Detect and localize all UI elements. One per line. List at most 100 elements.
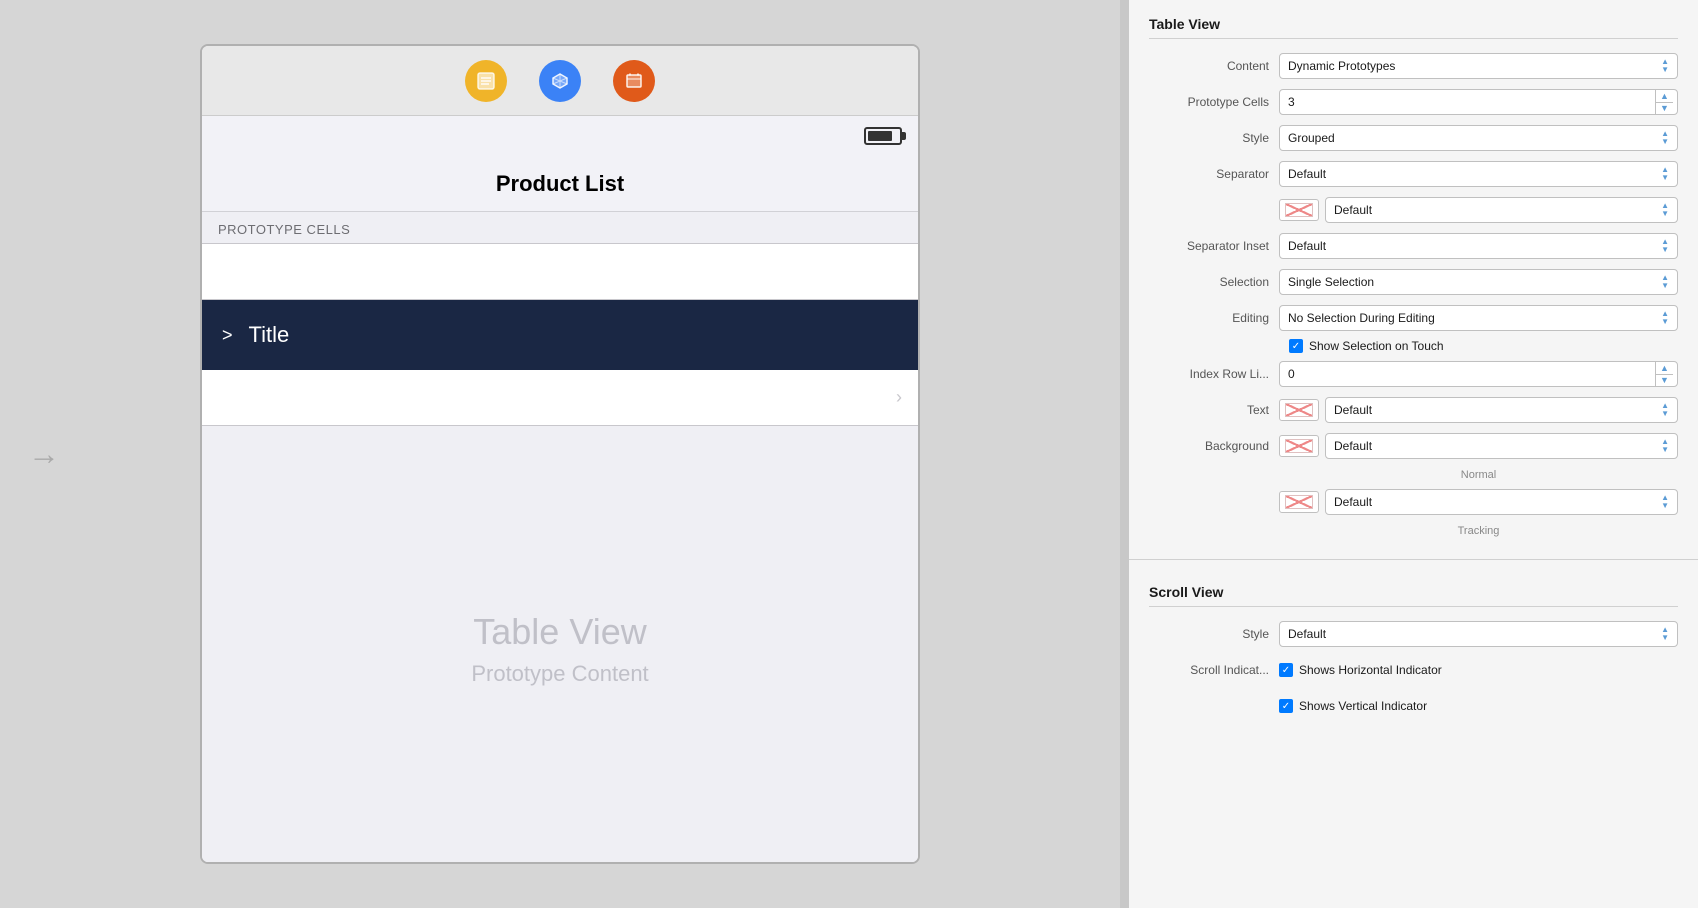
stepper-up[interactable]: ▲ [1656, 90, 1673, 103]
separator-color-row: Default ▲ ▼ [1149, 195, 1678, 225]
content-control[interactable]: Dynamic Prototypes ▲ ▼ [1279, 53, 1678, 79]
scroll-view-section-title: Scroll View [1149, 584, 1678, 607]
editing-value: No Selection During Editing [1288, 311, 1435, 325]
table-cell-selected[interactable]: > Title [202, 300, 918, 370]
separator-inset-select[interactable]: Default ▲ ▼ [1279, 233, 1678, 259]
normal-sub-label: Normal [1149, 467, 1678, 487]
tracking-color-swatch[interactable] [1279, 491, 1319, 513]
style-select[interactable]: Grouped ▲ ▼ [1279, 125, 1678, 151]
index-row-stepper-btns: ▲ ▼ [1655, 362, 1673, 386]
prototype-cells-label: Prototype Cells [1149, 95, 1279, 109]
section-divider [1129, 559, 1698, 560]
background-color-swatch[interactable] [1279, 435, 1319, 457]
text-select[interactable]: Default ▲ ▼ [1325, 397, 1678, 423]
separator-control[interactable]: Default ▲ ▼ [1279, 161, 1678, 187]
content-row: Content Dynamic Prototypes ▲ ▼ [1149, 51, 1678, 81]
prototype-cells-value: 3 [1288, 95, 1295, 109]
status-bar [202, 116, 918, 156]
shows-vertical-control[interactable]: ✓ Shows Vertical Indicator [1279, 699, 1678, 713]
show-selection-row[interactable]: ✓ Show Selection on Touch [1149, 339, 1678, 353]
style-select-value: Grouped [1288, 131, 1335, 145]
separator-inset-value: Default [1288, 239, 1326, 253]
battery-icon [864, 127, 902, 145]
tracking-control[interactable]: Default ▲ ▼ [1279, 489, 1678, 515]
style-label: Style [1149, 131, 1279, 145]
index-row-stepper[interactable]: 0 ▲ ▼ [1279, 361, 1678, 387]
scroll-style-value: Default [1288, 627, 1326, 641]
separator-inset-arrows: ▲ ▼ [1661, 238, 1669, 254]
table-view-section: Table View Content Dynamic Prototypes ▲ … [1129, 0, 1698, 551]
selection-control[interactable]: Single Selection ▲ ▼ [1279, 269, 1678, 295]
section-header-label: PROTOTYPE CELLS [218, 222, 350, 237]
separator-color-select[interactable]: Default ▲ ▼ [1325, 197, 1678, 223]
show-selection-checkbox[interactable]: ✓ [1289, 339, 1303, 353]
yellow-icon [465, 60, 507, 102]
selection-label: Selection [1149, 275, 1279, 289]
style-control[interactable]: Grouped ▲ ▼ [1279, 125, 1678, 151]
selection-value: Single Selection [1288, 275, 1374, 289]
separator-color-swatch[interactable] [1279, 199, 1319, 221]
separator-select[interactable]: Default ▲ ▼ [1279, 161, 1678, 187]
editing-label: Editing [1149, 311, 1279, 325]
scroll-indicators-label: Scroll Indicat... [1149, 663, 1279, 677]
separator-color-value: Default [1334, 203, 1372, 217]
orange-icon [613, 60, 655, 102]
panel-divider [1120, 0, 1128, 908]
prototype-cells-stepper[interactable]: 3 ▲ ▼ [1279, 89, 1678, 115]
index-row-up[interactable]: ▲ [1656, 362, 1673, 375]
shows-horizontal-label: Shows Horizontal Indicator [1299, 663, 1442, 677]
separator-color-control[interactable]: Default ▲ ▼ [1279, 197, 1678, 223]
selection-row: Selection Single Selection ▲ ▼ [1149, 267, 1678, 297]
selection-select[interactable]: Single Selection ▲ ▼ [1279, 269, 1678, 295]
disclosure-chevron-icon: › [896, 387, 902, 408]
nav-bar: Product List [202, 156, 918, 212]
editing-control[interactable]: No Selection During Editing ▲ ▼ [1279, 305, 1678, 331]
background-control[interactable]: Default ▲ ▼ [1279, 433, 1678, 459]
placeholder-subtitle: Prototype Content [471, 661, 648, 687]
cell-chevron-icon: > [222, 325, 233, 346]
tracking-value: Default [1334, 495, 1372, 509]
scroll-style-select[interactable]: Default ▲ ▼ [1279, 621, 1678, 647]
tracking-sub-label: Tracking [1149, 523, 1678, 543]
editing-select[interactable]: No Selection During Editing ▲ ▼ [1279, 305, 1678, 331]
shows-horizontal-checkbox[interactable]: ✓ [1279, 663, 1293, 677]
scroll-indicators-row: Scroll Indicat... ✓ Shows Horizontal Ind… [1149, 655, 1678, 685]
background-value: Default [1334, 439, 1372, 453]
scroll-view-section: Scroll View Style Default ▲ ▼ Scroll Ind… [1129, 568, 1698, 735]
table-separator [202, 426, 918, 436]
shows-vertical-label: Shows Vertical Indicator [1299, 699, 1427, 713]
scroll-style-control[interactable]: Default ▲ ▼ [1279, 621, 1678, 647]
show-selection-label: Show Selection on Touch [1309, 339, 1444, 353]
background-label: Background [1149, 439, 1279, 453]
inspector-panel: Table View Content Dynamic Prototypes ▲ … [1128, 0, 1698, 908]
editing-arrows: ▲ ▼ [1661, 310, 1669, 326]
shows-vertical-checkbox[interactable]: ✓ [1279, 699, 1293, 713]
text-color-swatch[interactable] [1279, 399, 1319, 421]
scroll-indicators-control[interactable]: ✓ Shows Horizontal Indicator [1279, 663, 1678, 677]
separator-inset-control[interactable]: Default ▲ ▼ [1279, 233, 1678, 259]
tracking-row: Default ▲ ▼ [1149, 487, 1678, 517]
separator-inset-label: Separator Inset [1149, 239, 1279, 253]
prototype-cells-control[interactable]: 3 ▲ ▼ [1279, 89, 1678, 115]
scroll-style-arrows: ▲ ▼ [1661, 626, 1669, 642]
content-label: Content [1149, 59, 1279, 73]
stepper-down[interactable]: ▼ [1656, 103, 1673, 115]
iphone-simulator: Product List PROTOTYPE CELLS > Title › T… [200, 44, 920, 864]
table-cell-disclosure[interactable]: › [202, 370, 918, 426]
shows-vertical-row: ✓ Shows Vertical Indicator [1149, 691, 1678, 721]
text-control[interactable]: Default ▲ ▼ [1279, 397, 1678, 423]
index-row-control[interactable]: 0 ▲ ▼ [1279, 361, 1678, 387]
text-label: Text [1149, 403, 1279, 417]
index-row-down[interactable]: ▼ [1656, 375, 1673, 387]
table-section-header: PROTOTYPE CELLS [202, 212, 918, 244]
background-select[interactable]: Default ▲ ▼ [1325, 433, 1678, 459]
text-arrows: ▲ ▼ [1661, 402, 1669, 418]
separator-select-value: Default [1288, 167, 1326, 181]
background-row: Background Default ▲ ▼ [1149, 431, 1678, 461]
content-select[interactable]: Dynamic Prototypes ▲ ▼ [1279, 53, 1678, 79]
tracking-select[interactable]: Default ▲ ▼ [1325, 489, 1678, 515]
table-view-section-title: Table View [1149, 16, 1678, 39]
selection-arrows: ▲ ▼ [1661, 274, 1669, 290]
nav-title: Product List [496, 171, 624, 197]
separator-inset-row: Separator Inset Default ▲ ▼ [1149, 231, 1678, 261]
